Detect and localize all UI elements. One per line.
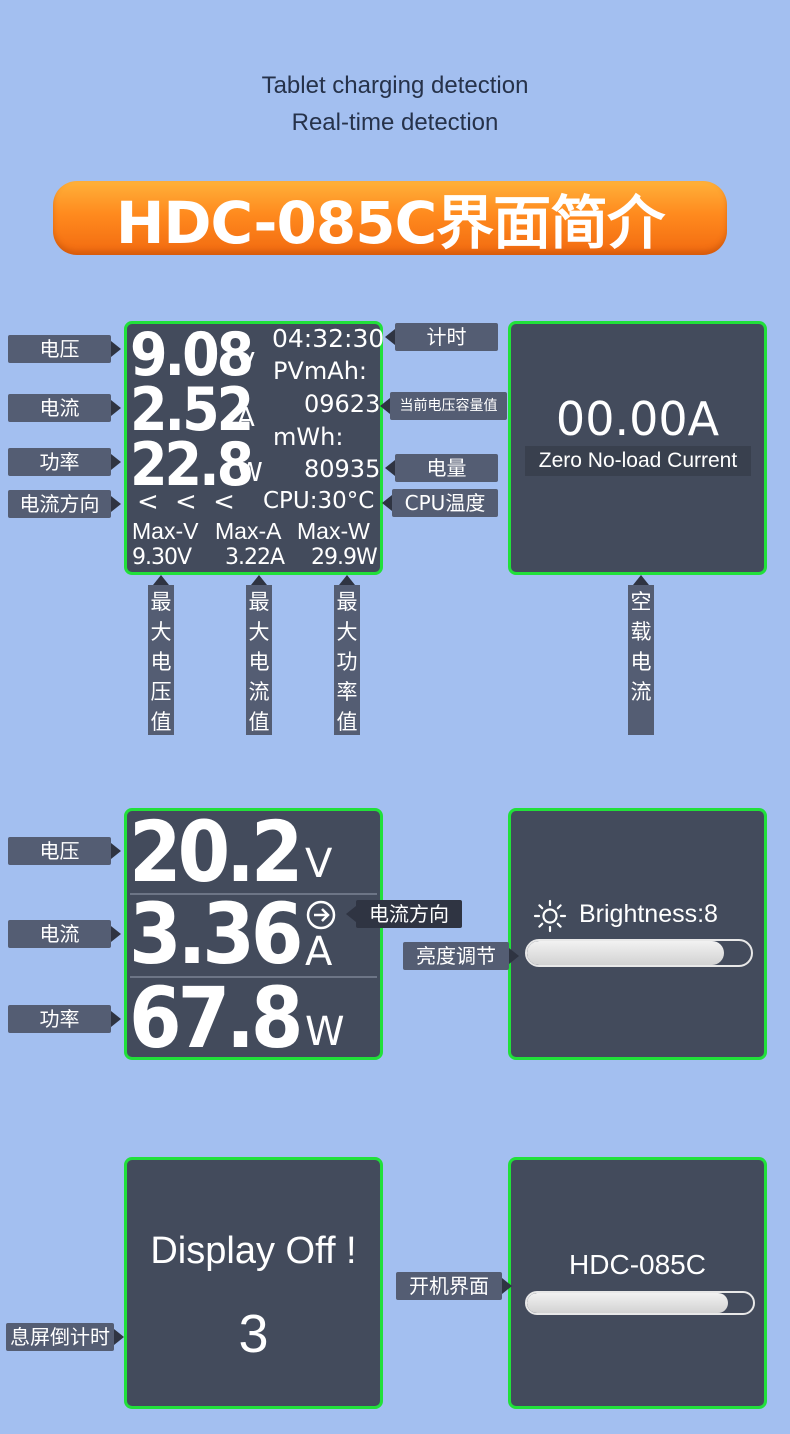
max-v-label: Max-V xyxy=(132,518,199,544)
countdown-value: 3 xyxy=(238,1304,269,1364)
label-boot: 开机界面 xyxy=(396,1272,512,1300)
title-banner: HDC-085C界面简介 xyxy=(53,181,727,257)
label-timer: 计时 xyxy=(385,323,498,351)
large-current-unit: A xyxy=(305,929,333,975)
display-off-text: Display Off ! xyxy=(150,1230,357,1272)
pvmah-label: PVmAh: xyxy=(273,357,367,385)
label-direction: 电流方向 xyxy=(8,490,121,518)
max-a-value: 3.22A xyxy=(225,545,285,570)
label-voltage: 电压 xyxy=(8,335,121,363)
large-power-value: 67.8 xyxy=(129,969,303,1067)
label-voltage-2: 电压 xyxy=(8,837,121,865)
label-max-power: 最大功率值 xyxy=(334,575,360,735)
header-line-1: Tablet charging detection xyxy=(261,72,529,99)
label-brightness: 亮度调节 xyxy=(403,942,519,970)
label-direction-2: 电流方向 xyxy=(346,900,462,928)
label-power: 功率 xyxy=(8,448,121,476)
large-voltage-unit: V xyxy=(305,841,333,887)
pvmah-value: 09623 xyxy=(304,390,381,418)
zero-current-value: 00.00A xyxy=(555,392,720,446)
label-zero-current: 空载电流 xyxy=(628,575,654,735)
brightness-screen: Brightness:8 xyxy=(508,808,767,1060)
mwh-value: 80935 xyxy=(304,455,381,483)
brightness-label: Brightness:8 xyxy=(579,900,718,928)
label-cpu-temp: CPU温度 xyxy=(382,489,498,517)
max-w-label: Max-W xyxy=(297,518,370,544)
large-readout-screen: 20.2 V 3.36 A 67.8 W xyxy=(124,803,383,1067)
label-capacity: 当前电压容量值 xyxy=(380,392,507,420)
header-line-2: Real-time detection xyxy=(291,109,499,136)
sun-icon xyxy=(533,899,567,937)
label-max-voltage: 最大电压值 xyxy=(148,575,174,735)
voltage-unit: V xyxy=(237,348,255,378)
current-unit: A xyxy=(237,403,255,433)
boot-progress-fill xyxy=(527,1293,729,1313)
brightness-slider[interactable] xyxy=(525,939,753,967)
label-max-current: 最大电流值 xyxy=(246,575,272,735)
display-off-screen: Display Off ! 3 xyxy=(124,1157,383,1409)
max-a-label: Max-A xyxy=(215,518,282,544)
banner-title: HDC-085C界面简介 xyxy=(115,189,665,257)
timer-value: 04:32:30 xyxy=(272,324,385,353)
main-meter-screen: 9.08 V 2.52 A 22.8 W < < < 04:32:30 PVmA… xyxy=(124,320,385,575)
boot-progress-bar xyxy=(525,1291,755,1315)
direction-indicator: < < < xyxy=(137,487,239,517)
max-w-value: 29.9W xyxy=(311,545,378,570)
boot-screen: HDC-085C xyxy=(508,1157,767,1409)
zero-current-caption: Zero No-load Current xyxy=(525,446,751,476)
label-current-2: 电流 xyxy=(8,920,121,948)
label-energy: 电量 xyxy=(385,454,498,482)
label-current: 电流 xyxy=(8,394,121,422)
brightness-fill xyxy=(527,941,725,965)
mwh-label: mWh: xyxy=(273,423,344,451)
label-screen-off: 息屏倒计时 xyxy=(6,1323,124,1351)
cpu-temp: CPU:30°C xyxy=(263,488,375,514)
boot-title: HDC-085C xyxy=(569,1249,706,1280)
zero-current-screen: 00.00A Zero No-load Current xyxy=(508,321,767,575)
label-power-2: 功率 xyxy=(8,1005,121,1033)
max-v-value: 9.30V xyxy=(132,545,192,570)
power-unit: W xyxy=(237,458,263,488)
large-power-unit: W xyxy=(305,1009,345,1055)
